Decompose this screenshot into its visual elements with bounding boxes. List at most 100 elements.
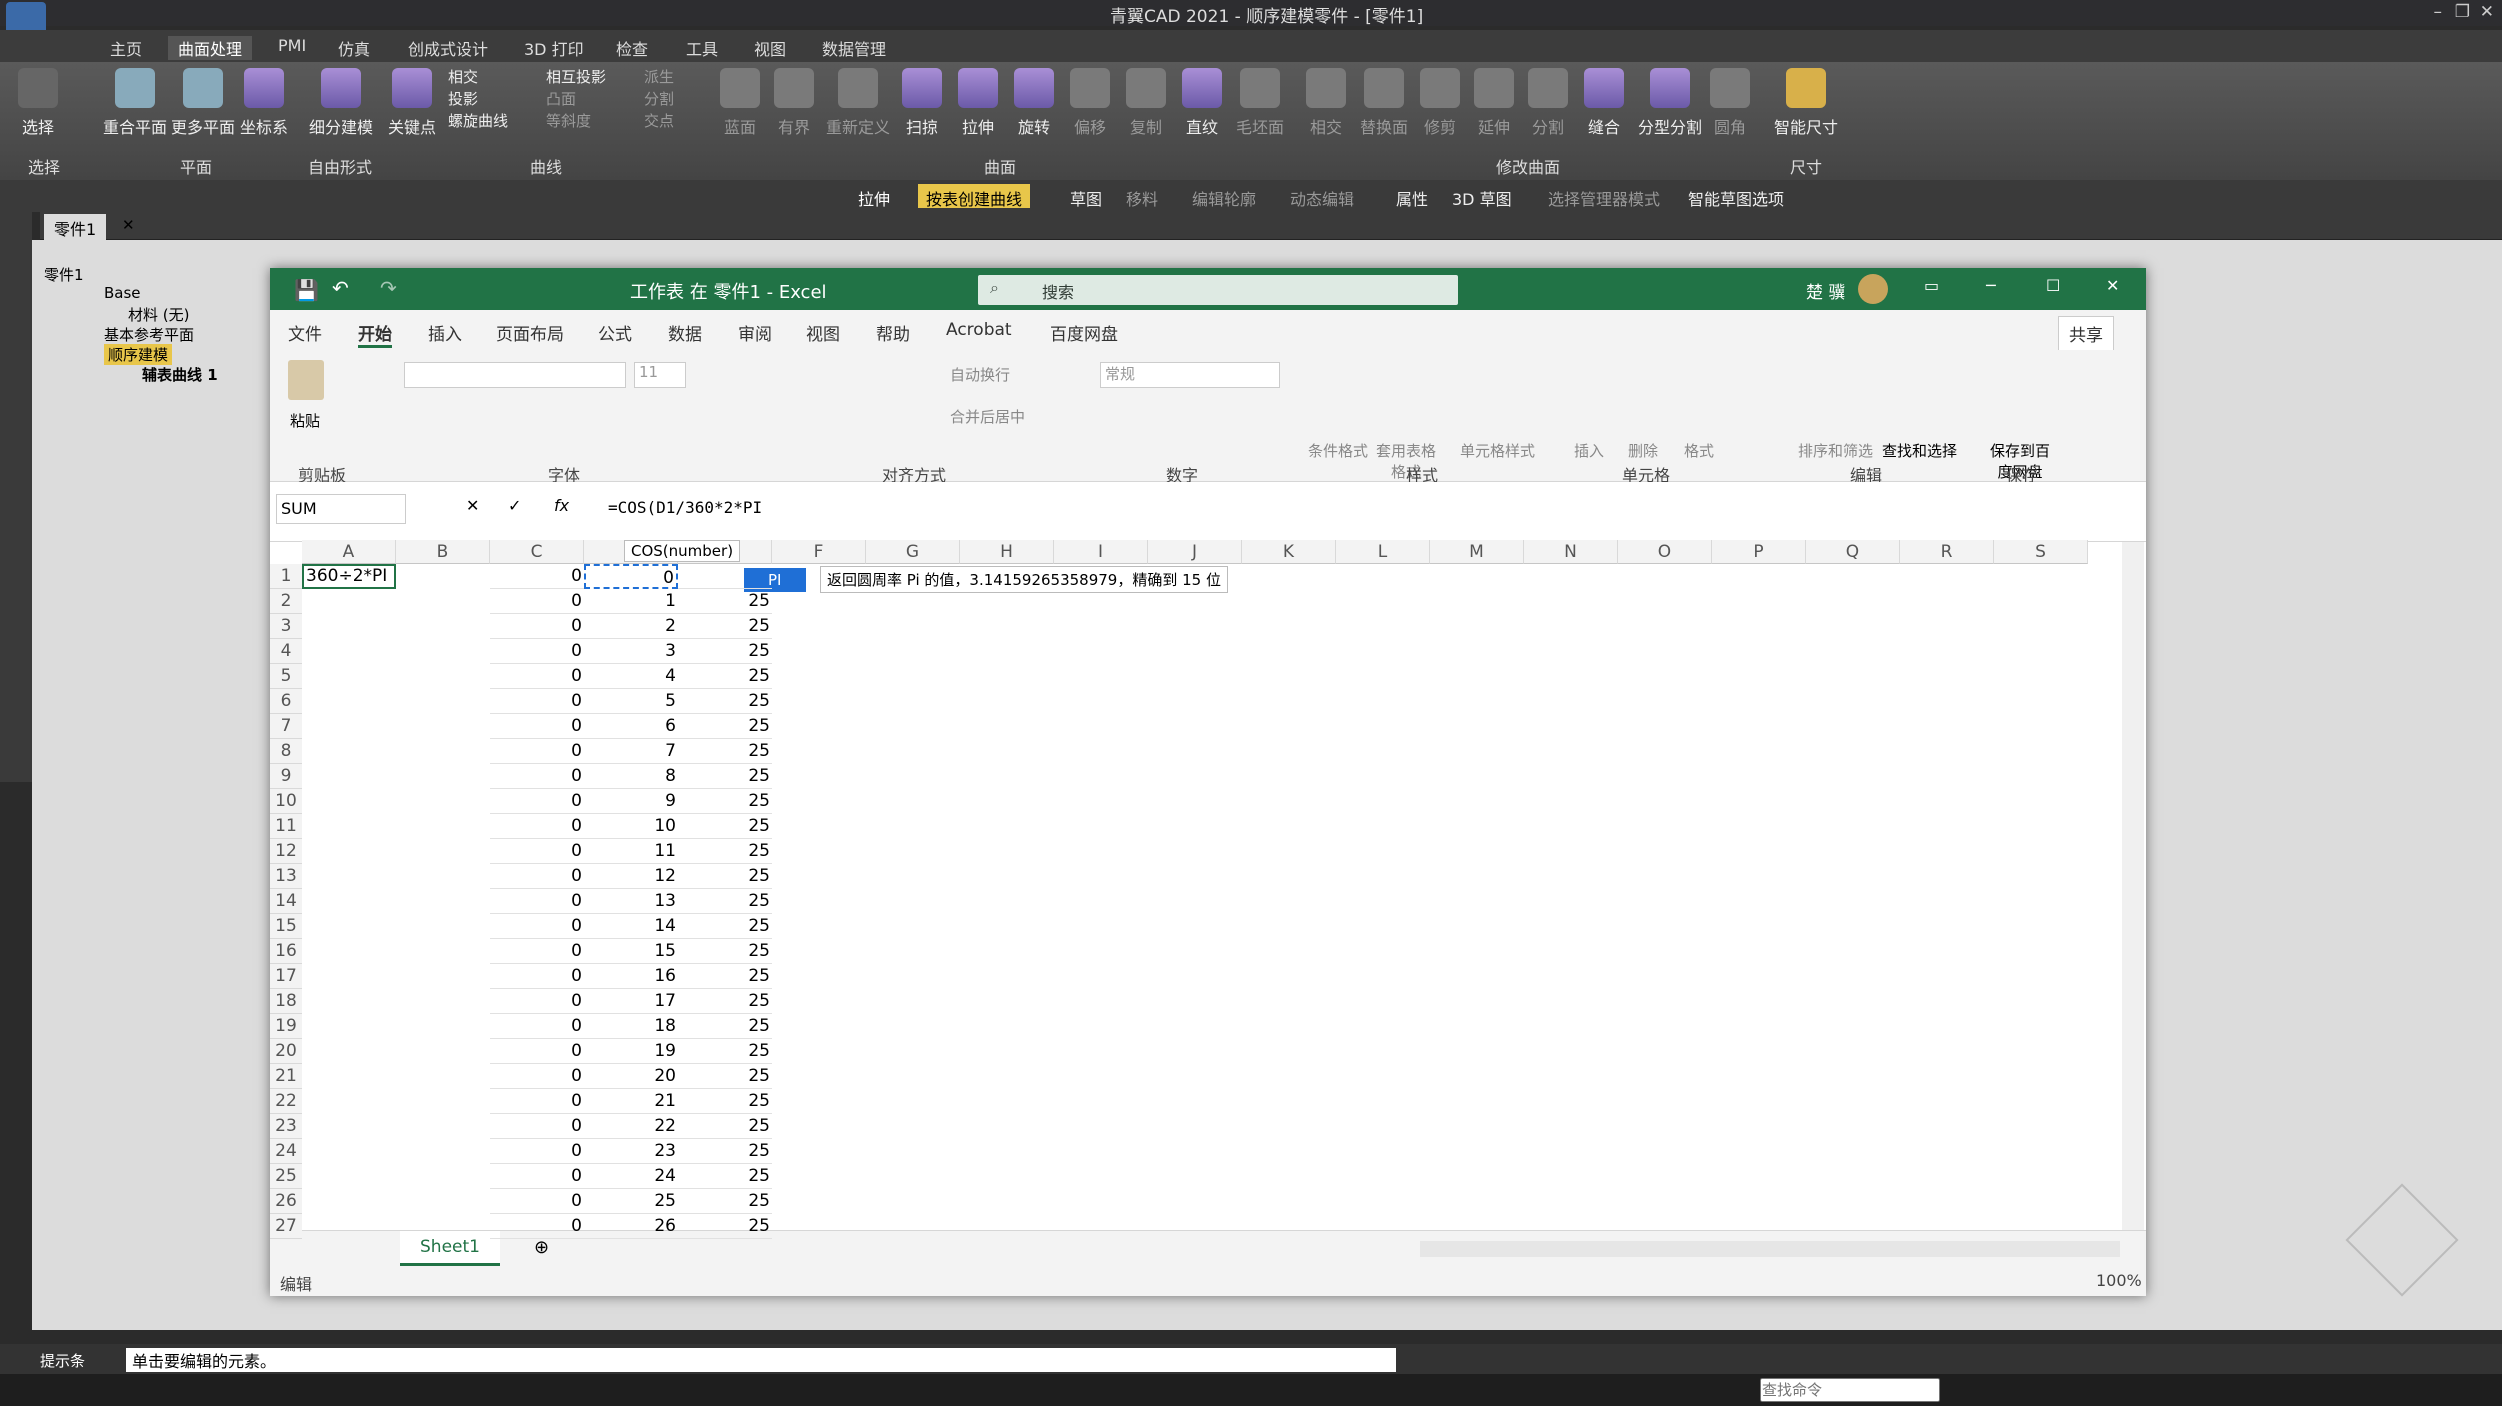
table-cell[interactable]: 0 xyxy=(490,789,584,814)
row-header[interactable]: 16 xyxy=(270,939,302,964)
table-cell[interactable]: 13 xyxy=(584,889,678,914)
table-cell[interactable]: 0 xyxy=(490,1039,584,1064)
table-cell[interactable]: 0 xyxy=(490,614,584,639)
save-icon[interactable]: 💾 xyxy=(294,278,319,302)
trim-button[interactable]: 修剪 xyxy=(1418,68,1462,138)
table-cell[interactable]: 25 xyxy=(678,839,772,864)
tree-item[interactable]: 顺序建模 xyxy=(104,344,173,365)
table-cell[interactable]: 0 xyxy=(490,814,584,839)
table-cell[interactable]: 0 xyxy=(490,989,584,1014)
split-curve-button[interactable]: 分割 xyxy=(644,88,674,109)
tab-generative[interactable]: 创成式设计 xyxy=(408,36,488,60)
table-cell[interactable]: 16 xyxy=(584,964,678,989)
column-header[interactable]: K xyxy=(1242,540,1336,564)
table-cell[interactable]: 19 xyxy=(584,1039,678,1064)
number-format-select[interactable]: 常规 xyxy=(1100,362,1280,388)
menu-home[interactable]: 开始 xyxy=(358,320,392,348)
row-header[interactable]: 22 xyxy=(270,1089,302,1114)
round-button[interactable]: 圆角 xyxy=(1708,68,1752,138)
table-cell[interactable]: 25 xyxy=(678,1064,772,1089)
row-header[interactable]: 14 xyxy=(270,889,302,914)
add-sheet-icon[interactable]: ⊕ xyxy=(534,1237,549,1258)
tree-item[interactable]: 基本参考平面 xyxy=(104,324,194,345)
column-header[interactable]: J xyxy=(1148,540,1242,564)
cmd-sketch[interactable]: 草图 xyxy=(1062,184,1110,209)
column-header[interactable]: S xyxy=(1994,540,2088,564)
formula-input[interactable]: =COS(D1/360*2*PI xyxy=(604,494,2124,524)
font-size-select[interactable]: 11 xyxy=(634,362,686,388)
table-cell[interactable]: 25 xyxy=(678,664,772,689)
table-cell[interactable]: 0 xyxy=(490,1089,584,1114)
table-cell[interactable]: 25 xyxy=(678,589,772,614)
menu-data[interactable]: 数据 xyxy=(668,320,702,345)
select-button[interactable]: 选择 xyxy=(10,68,66,138)
row-header[interactable]: 20 xyxy=(270,1039,302,1064)
cmd-edit-profile[interactable]: 编辑轮廓 xyxy=(1184,184,1264,209)
tab-surface[interactable]: 曲面处理 xyxy=(168,36,253,60)
row-header[interactable]: 27 xyxy=(270,1214,302,1239)
menu-acrobat[interactable]: Acrobat xyxy=(946,320,1012,340)
minimize-icon[interactable]: ─ xyxy=(1986,276,1996,295)
insert-cells-button[interactable]: 插入 xyxy=(1574,440,1604,461)
share-button[interactable]: 共享 xyxy=(2058,316,2114,351)
column-header[interactable]: R xyxy=(1900,540,1994,564)
table-cell[interactable]: 17 xyxy=(584,989,678,1014)
table-cell[interactable]: 25 xyxy=(678,889,772,914)
table-cell[interactable]: 25 xyxy=(678,689,772,714)
derive-button[interactable]: 派生 xyxy=(644,66,674,87)
conditional-format-button[interactable]: 条件格式 xyxy=(1308,440,1368,461)
column-header[interactable]: G xyxy=(866,540,960,564)
cmd-table-curve[interactable]: 按表创建曲线 xyxy=(918,184,1031,209)
table-cell[interactable]: 25 xyxy=(678,814,772,839)
row-header[interactable]: 25 xyxy=(270,1164,302,1189)
table-cell[interactable]: 25 xyxy=(678,864,772,889)
table-cell[interactable]: 9 xyxy=(584,789,678,814)
replace-face-button[interactable]: 替换面 xyxy=(1356,68,1412,138)
row-header[interactable]: 15 xyxy=(270,914,302,939)
close-icon[interactable]: ✕ xyxy=(2106,276,2119,295)
row-header[interactable]: 4 xyxy=(270,639,302,664)
minimize-icon[interactable]: – xyxy=(2434,2,2443,22)
wrap-text-button[interactable]: 自动换行 xyxy=(950,364,1010,385)
cmd-properties[interactable]: 属性 xyxy=(1388,184,1436,209)
table-cell[interactable]: 25 xyxy=(678,939,772,964)
blue-surface-button[interactable]: 蓝面 xyxy=(718,68,762,138)
cmd-remove[interactable]: 移料 xyxy=(1118,184,1166,209)
table-cell[interactable] xyxy=(678,564,772,589)
intersect-button[interactable]: 相交 xyxy=(448,66,478,87)
table-cell[interactable]: 0 xyxy=(490,1014,584,1039)
table-cell[interactable]: 11 xyxy=(584,839,678,864)
convex-button[interactable]: 凸面 xyxy=(546,88,576,109)
merge-center-button[interactable]: 合并后居中 xyxy=(950,406,1025,427)
parting-split-button[interactable]: 分型分割 xyxy=(1634,68,1706,138)
table-cell[interactable]: 0 xyxy=(490,1139,584,1164)
vertical-scrollbar[interactable] xyxy=(2122,542,2144,1230)
table-cell[interactable]: 2 xyxy=(584,614,678,639)
table-cell[interactable]: 5 xyxy=(584,689,678,714)
cmd-selection-manager[interactable]: 选择管理器模式 xyxy=(1540,184,1668,209)
tree-item[interactable]: 辅表曲线 1 xyxy=(142,364,218,385)
column-header[interactable]: O xyxy=(1618,540,1712,564)
menu-review[interactable]: 审阅 xyxy=(738,320,772,345)
menu-file[interactable]: 文件 xyxy=(288,320,322,345)
table-cell[interactable]: 26 xyxy=(584,1214,678,1239)
table-cell[interactable]: 0 xyxy=(490,664,584,689)
doc-tab-part1[interactable]: 零件1 xyxy=(44,214,107,242)
cancel-icon[interactable]: ✕ xyxy=(466,496,479,515)
table-cell[interactable]: 25 xyxy=(678,764,772,789)
table-cell[interactable]: 25 xyxy=(678,714,772,739)
table-cell[interactable]: 0 xyxy=(490,1189,584,1214)
table-cell[interactable]: 1 xyxy=(584,589,678,614)
table-cell[interactable]: 25 xyxy=(678,989,772,1014)
table-cell[interactable]: 21 xyxy=(584,1089,678,1114)
format-cells-button[interactable]: 格式 xyxy=(1684,440,1714,461)
table-cell[interactable]: 6 xyxy=(584,714,678,739)
row-header[interactable]: 1 xyxy=(270,564,302,589)
table-cell[interactable]: 12 xyxy=(584,864,678,889)
row-header[interactable]: 19 xyxy=(270,1014,302,1039)
bounded-button[interactable]: 有界 xyxy=(772,68,816,138)
row-header[interactable]: 9 xyxy=(270,764,302,789)
row-header[interactable]: 3 xyxy=(270,614,302,639)
cmd-dynamic-edit[interactable]: 动态编辑 xyxy=(1282,184,1362,209)
tab-3dprint[interactable]: 3D 打印 xyxy=(524,36,584,60)
